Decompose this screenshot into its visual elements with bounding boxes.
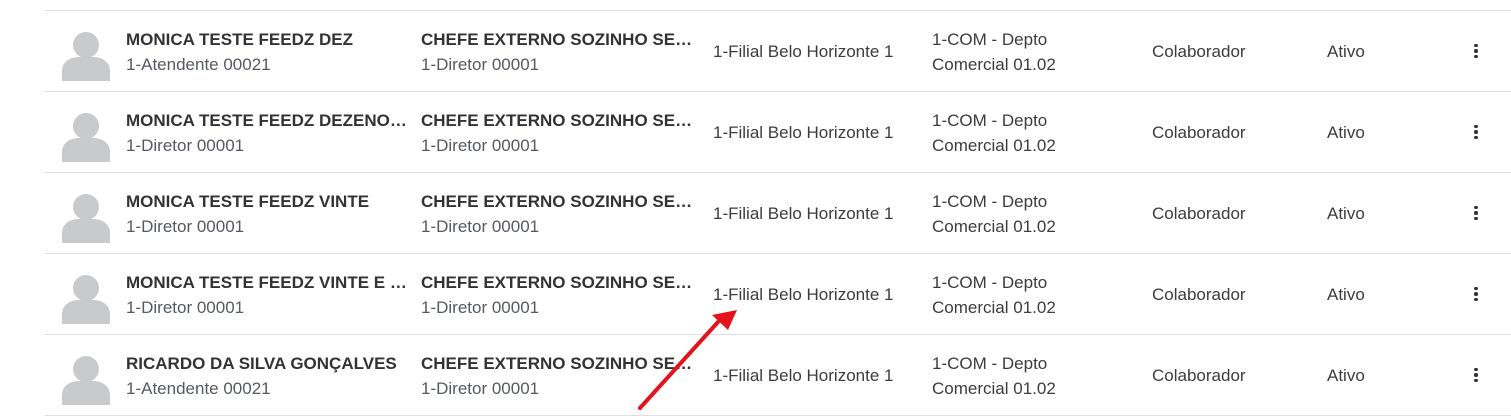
department-line-1: 1-COM - Depto [932,192,1048,211]
role-cell: Colaborador [1152,366,1246,385]
manager-cell: CHEFE EXTERNO SOZINHO SEM... 1-Diretor 0… [421,270,699,320]
employee-position: 1-Diretor 00001 [126,217,245,236]
employee-position: 1-Atendente 00021 [126,55,271,74]
status-cell: Ativo [1327,366,1365,385]
department-cell: 1-COM - Depto Comercial 01.02 [932,108,1056,158]
more-vertical-icon[interactable] [1463,198,1489,228]
manager-name: CHEFE EXTERNO SOZINHO SEM... [421,192,699,211]
department-line-1: 1-COM - Depto [932,111,1048,130]
avatar-icon [62,31,110,81]
avatar-icon [62,193,110,243]
employee-position: 1-Atendente 00021 [126,379,271,398]
manager-name: CHEFE EXTERNO SOZINHO SEM... [421,273,699,292]
role-cell: Colaborador [1152,285,1246,304]
employee-table: MONICA TESTE FEEDZ DEZ 1-Atendente 00021… [45,10,1511,416]
role-cell: Colaborador [1152,204,1246,223]
employee-name: MONICA TESTE FEEDZ DEZENOVE [126,111,411,130]
branch-cell: 1-Filial Belo Horizonte 1 [713,285,894,304]
employee-position: 1-Diretor 00001 [126,136,245,155]
table-row[interactable]: MONICA TESTE FEEDZ VINTE 1-Diretor 00001… [45,173,1511,254]
more-vertical-icon[interactable] [1463,36,1489,66]
status-cell: Ativo [1327,42,1365,61]
branch-cell: 1-Filial Belo Horizonte 1 [713,204,894,223]
department-line-1: 1-COM - Depto [932,30,1048,49]
department-line-2: Comercial 01.02 [932,379,1056,398]
branch-cell: 1-Filial Belo Horizonte 1 [713,123,894,142]
employee-name-cell: RICARDO DA SILVA GONÇALVES 1-Atendente 0… [126,351,411,401]
more-vertical-icon[interactable] [1463,360,1489,390]
avatar-icon [62,274,110,324]
employee-position: 1-Diretor 00001 [126,298,245,317]
manager-name: CHEFE EXTERNO SOZINHO SEM... [421,354,699,373]
department-line-1: 1-COM - Depto [932,273,1048,292]
employee-name-cell: MONICA TESTE FEEDZ VINTE 1-Diretor 00001 [126,189,411,239]
table-row[interactable]: MONICA TESTE FEEDZ DEZENOVE 1-Diretor 00… [45,92,1511,173]
department-line-2: Comercial 01.02 [932,55,1056,74]
employee-name: MONICA TESTE FEEDZ DEZ [126,30,353,49]
status-cell: Ativo [1327,285,1365,304]
status-cell: Ativo [1327,123,1365,142]
more-vertical-icon[interactable] [1463,117,1489,147]
avatar-icon [62,112,110,162]
department-cell: 1-COM - Depto Comercial 01.02 [932,189,1056,239]
manager-position: 1-Diretor 00001 [421,298,540,317]
employee-name-cell: MONICA TESTE FEEDZ DEZENOVE 1-Diretor 00… [126,108,411,158]
employee-name-cell: MONICA TESTE FEEDZ VINTE E C... 1-Direto… [126,270,411,320]
department-line-2: Comercial 01.02 [932,217,1056,236]
manager-position: 1-Diretor 00001 [421,379,540,398]
table-row[interactable]: RICARDO DA SILVA GONÇALVES 1-Atendente 0… [45,335,1511,416]
department-line-2: Comercial 01.02 [932,298,1056,317]
manager-name: CHEFE EXTERNO SOZINHO SEM... [421,111,699,130]
department-cell: 1-COM - Depto Comercial 01.02 [932,270,1056,320]
more-vertical-icon[interactable] [1463,279,1489,309]
branch-cell: 1-Filial Belo Horizonte 1 [713,366,894,385]
table-row[interactable]: MONICA TESTE FEEDZ VINTE E C... 1-Direto… [45,254,1511,335]
employee-name: RICARDO DA SILVA GONÇALVES [126,354,397,373]
employee-name: MONICA TESTE FEEDZ VINTE [126,192,370,211]
manager-name: CHEFE EXTERNO SOZINHO SEM... [421,30,699,49]
department-cell: 1-COM - Depto Comercial 01.02 [932,27,1056,77]
branch-cell: 1-Filial Belo Horizonte 1 [713,42,894,61]
table-row[interactable]: MONICA TESTE FEEDZ DEZ 1-Atendente 00021… [45,11,1511,92]
manager-cell: CHEFE EXTERNO SOZINHO SEM... 1-Diretor 0… [421,189,699,239]
manager-position: 1-Diretor 00001 [421,136,540,155]
status-cell: Ativo [1327,204,1365,223]
role-cell: Colaborador [1152,123,1246,142]
manager-position: 1-Diretor 00001 [421,217,540,236]
employee-name-cell: MONICA TESTE FEEDZ DEZ 1-Atendente 00021 [126,27,411,77]
role-cell: Colaborador [1152,42,1246,61]
manager-cell: CHEFE EXTERNO SOZINHO SEM... 1-Diretor 0… [421,351,699,401]
department-line-2: Comercial 01.02 [932,136,1056,155]
employee-name: MONICA TESTE FEEDZ VINTE E C... [126,273,411,292]
manager-cell: CHEFE EXTERNO SOZINHO SEM... 1-Diretor 0… [421,108,699,158]
manager-cell: CHEFE EXTERNO SOZINHO SEM... 1-Diretor 0… [421,27,699,77]
department-cell: 1-COM - Depto Comercial 01.02 [932,351,1056,401]
department-line-1: 1-COM - Depto [932,354,1048,373]
manager-position: 1-Diretor 00001 [421,55,540,74]
avatar-icon [62,355,110,405]
